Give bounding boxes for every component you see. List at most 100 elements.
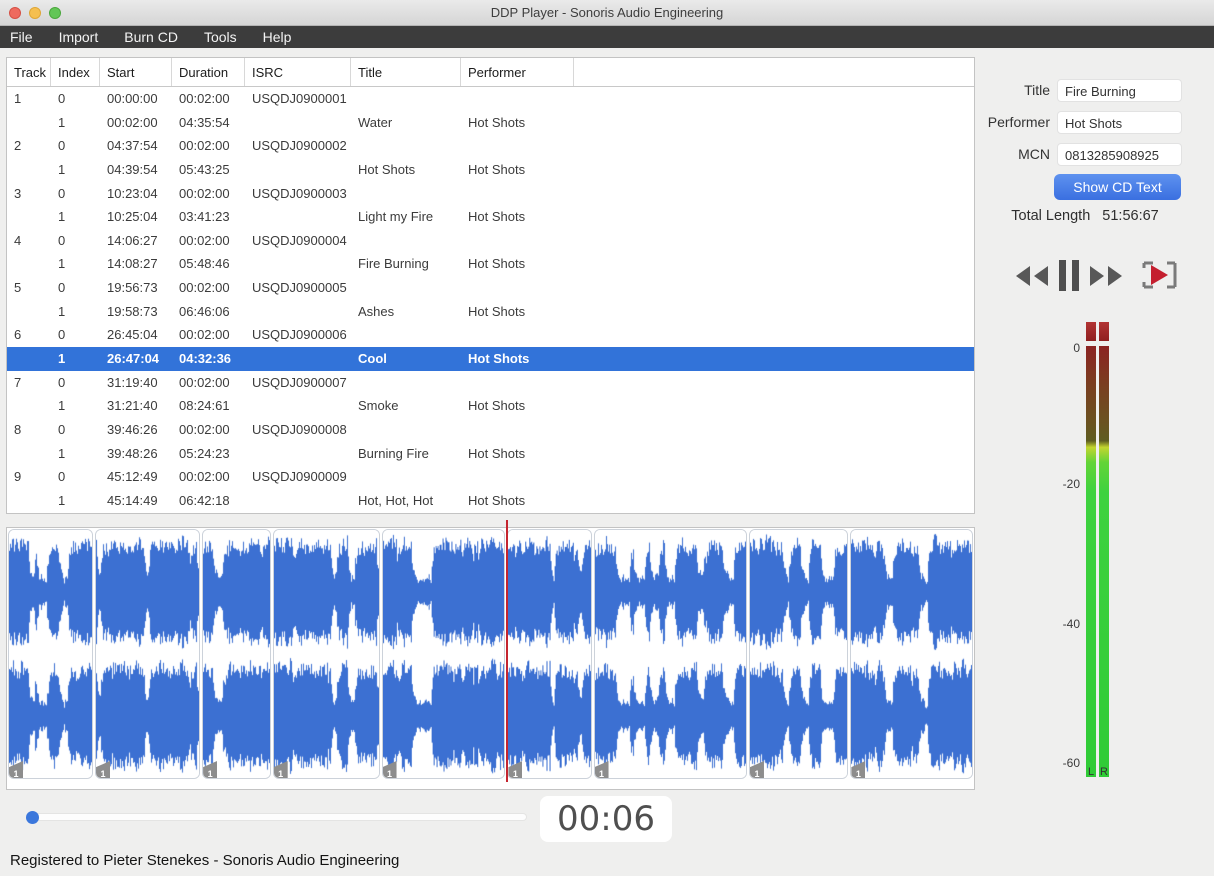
title-bar[interactable]: DDP Player - Sonoris Audio Engineering bbox=[0, 0, 1214, 26]
cell-title bbox=[351, 323, 461, 347]
seek-slider-track[interactable] bbox=[28, 814, 526, 820]
meter-clip-right bbox=[1099, 322, 1109, 341]
cell-index: 0 bbox=[58, 91, 66, 106]
table-row[interactable]: 1 31:21:40 08:24:61 Smoke Hot Shots bbox=[7, 394, 974, 418]
waveform-segment[interactable]: 1 bbox=[8, 529, 94, 779]
cell-isrc: USQDJ0900002 bbox=[252, 138, 347, 154]
column-header-duration[interactable]: Duration bbox=[172, 58, 245, 86]
track-table: Track Index Start Duration ISRC Title Pe… bbox=[6, 57, 975, 514]
performer-label: Performer bbox=[987, 114, 1050, 130]
track-table-header: Track Index Start Duration ISRC Title Pe… bbox=[7, 58, 974, 87]
table-row[interactable]: 3 0 10:23:04 00:02:00 USQDJ0900003 bbox=[7, 182, 974, 206]
cell-duration: 06:46:06 bbox=[179, 303, 230, 319]
waveform-segment[interactable]: 1 bbox=[593, 529, 747, 779]
cell-isrc bbox=[245, 442, 351, 466]
cell-isrc: USQDJ0900009 bbox=[252, 469, 347, 485]
menu-burn-cd[interactable]: Burn CD bbox=[124, 29, 178, 45]
cell-title bbox=[351, 229, 461, 253]
table-row[interactable]: 9 0 45:12:49 00:02:00 USQDJ0900009 bbox=[7, 465, 974, 489]
ddp-player-window: DDP Player - Sonoris Audio Engineering F… bbox=[0, 0, 1214, 876]
table-row[interactable]: 1 00:02:00 04:35:54 Water Hot Shots bbox=[7, 111, 974, 135]
cell-track: 6 bbox=[14, 327, 22, 343]
waveform-segment[interactable]: 1 bbox=[381, 529, 506, 779]
cell-isrc bbox=[245, 394, 351, 418]
column-header-start[interactable]: Start bbox=[100, 58, 172, 86]
rewind-icon[interactable] bbox=[1015, 265, 1049, 287]
cell-track: 5 bbox=[14, 280, 22, 296]
cell-index: 1 bbox=[58, 351, 66, 367]
cell-performer bbox=[461, 229, 574, 253]
cell-isrc bbox=[245, 489, 351, 513]
table-row[interactable]: 1 26:47:04 04:32:36 Cool Hot Shots bbox=[7, 347, 974, 371]
cell-duration: 00:02:00 bbox=[179, 280, 230, 296]
cell-start: 39:46:26 bbox=[107, 421, 158, 437]
cell-isrc: USQDJ0900005 bbox=[252, 280, 347, 296]
waveform-segment[interactable]: 1 bbox=[748, 529, 849, 779]
cell-performer: Hot Shots bbox=[468, 445, 526, 461]
cell-title: Hot Shots bbox=[358, 161, 416, 177]
cell-isrc bbox=[245, 205, 351, 229]
cell-start: 14:08:27 bbox=[107, 256, 158, 272]
table-row[interactable]: 1 04:39:54 05:43:25 Hot Shots Hot Shots bbox=[7, 158, 974, 182]
status-bar-text: Registered to Pieter Stenekes - Sonoris … bbox=[10, 852, 400, 869]
table-row[interactable]: 1 45:14:49 06:42:18 Hot, Hot, Hot Hot Sh… bbox=[7, 489, 974, 513]
column-header-track[interactable]: Track bbox=[7, 58, 51, 86]
mcn-field[interactable]: 0813285908925 bbox=[1057, 142, 1182, 166]
cell-isrc bbox=[245, 300, 351, 324]
table-row[interactable]: 6 0 26:45:04 00:02:00 USQDJ0900006 bbox=[7, 323, 974, 347]
play-through-icon[interactable] bbox=[1140, 255, 1180, 295]
performer-field-row: Performer Hot Shots bbox=[975, 110, 1182, 134]
show-cd-text-button[interactable]: Show CD Text bbox=[1054, 174, 1181, 200]
meter-clip-left bbox=[1086, 322, 1096, 341]
menu-tools[interactable]: Tools bbox=[204, 29, 237, 45]
cell-duration: 05:24:23 bbox=[179, 445, 230, 461]
cell-performer bbox=[461, 371, 574, 395]
column-header-index[interactable]: Index bbox=[51, 58, 100, 86]
waveform-segment[interactable]: 1 bbox=[850, 529, 974, 779]
performer-field[interactable]: Hot Shots bbox=[1057, 110, 1182, 134]
waveform-segment[interactable]: 1 bbox=[507, 529, 592, 779]
waveform-canvas bbox=[508, 530, 591, 778]
cell-start: 45:14:49 bbox=[107, 492, 158, 508]
cell-title bbox=[351, 87, 461, 111]
column-header-performer[interactable]: Performer bbox=[461, 58, 574, 86]
cell-duration: 00:02:00 bbox=[179, 327, 230, 343]
pause-icon[interactable] bbox=[1058, 260, 1080, 291]
table-row[interactable]: 4 0 14:06:27 00:02:00 USQDJ0900004 bbox=[7, 229, 974, 253]
table-row[interactable]: 1 19:58:73 06:46:06 Ashes Hot Shots bbox=[7, 300, 974, 324]
table-row[interactable]: 1 0 00:00:00 00:02:00 USQDJ0900001 bbox=[7, 87, 974, 111]
cell-index: 0 bbox=[58, 280, 66, 296]
cell-performer: Hot Shots bbox=[468, 398, 526, 414]
cell-start: 31:19:40 bbox=[107, 374, 158, 390]
table-row[interactable]: 5 0 19:56:73 00:02:00 USQDJ0900005 bbox=[7, 276, 974, 300]
table-row[interactable]: 2 0 04:37:54 00:02:00 USQDJ0900002 bbox=[7, 134, 974, 158]
column-header-isrc[interactable]: ISRC bbox=[245, 58, 351, 86]
table-row[interactable]: 1 39:48:26 05:24:23 Burning Fire Hot Sho… bbox=[7, 442, 974, 466]
seek-slider-thumb[interactable] bbox=[26, 811, 39, 824]
cell-performer: Hot Shots bbox=[468, 492, 526, 508]
table-row[interactable]: 8 0 39:46:26 00:02:00 USQDJ0900008 bbox=[7, 418, 974, 442]
menu-help[interactable]: Help bbox=[263, 29, 292, 45]
cell-track bbox=[7, 300, 51, 324]
column-header-title[interactable]: Title bbox=[351, 58, 461, 86]
column-header-filler bbox=[574, 58, 974, 86]
meter-channel-left-label: L bbox=[1087, 766, 1095, 778]
fast-forward-icon[interactable] bbox=[1089, 265, 1123, 287]
table-row[interactable]: 1 14:08:27 05:48:46 Fire Burning Hot Sho… bbox=[7, 252, 974, 276]
title-field[interactable]: Fire Burning bbox=[1057, 78, 1182, 102]
waveform-segment[interactable]: 1 bbox=[95, 529, 201, 779]
cell-title: Smoke bbox=[358, 398, 399, 414]
cell-start: 39:48:26 bbox=[107, 445, 158, 461]
waveform-segment[interactable]: 1 bbox=[272, 529, 380, 779]
cell-start: 19:56:73 bbox=[107, 280, 158, 296]
table-row[interactable]: 1 10:25:04 03:41:23 Light my Fire Hot Sh… bbox=[7, 205, 974, 229]
cell-track bbox=[7, 489, 51, 513]
menu-file[interactable]: File bbox=[10, 29, 33, 45]
cell-performer: Hot Shots bbox=[468, 351, 530, 367]
total-length: Total Length 51:56:67 bbox=[975, 208, 1195, 224]
track-table-body: 1 0 00:00:00 00:02:00 USQDJ0900001 1 00:… bbox=[7, 87, 974, 513]
waveform-segment[interactable]: 1 bbox=[202, 529, 271, 779]
menu-import[interactable]: Import bbox=[59, 29, 99, 45]
playhead-cursor[interactable] bbox=[506, 520, 508, 782]
table-row[interactable]: 7 0 31:19:40 00:02:00 USQDJ0900007 bbox=[7, 371, 974, 395]
